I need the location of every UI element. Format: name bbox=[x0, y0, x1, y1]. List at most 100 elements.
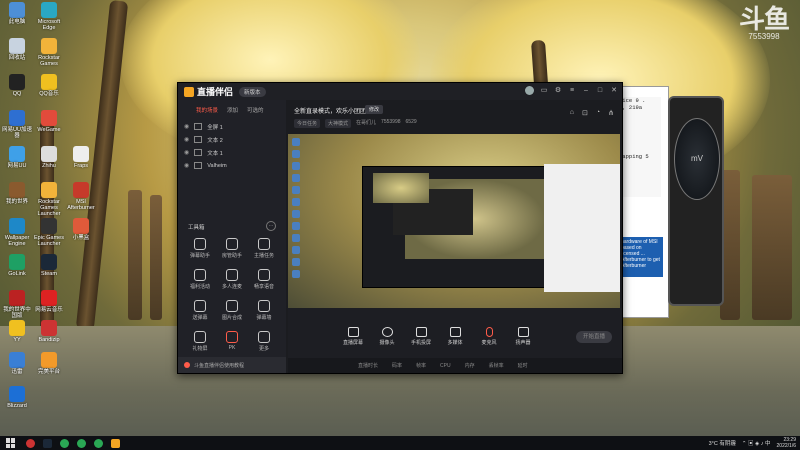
scene-item[interactable]: ◉ 全屏 1 bbox=[178, 120, 286, 133]
desktop-icon[interactable]: Blizzard bbox=[2, 386, 32, 409]
monitor-icon bbox=[347, 327, 359, 337]
taskbar-app-icon[interactable] bbox=[94, 438, 103, 448]
share-icon[interactable]: ⋔ bbox=[608, 109, 614, 117]
desktop-icon[interactable]: QQ bbox=[2, 74, 32, 97]
background-window[interactable]: Nice 9 . 4, 219a napping 5 hardware of M… bbox=[615, 86, 669, 318]
desktop-icon[interactable]: 回收站 bbox=[2, 38, 32, 61]
close-icon[interactable]: ✕ bbox=[610, 87, 618, 95]
tool-icon bbox=[258, 331, 270, 343]
taskbar-app-icon[interactable] bbox=[43, 438, 52, 448]
menu-icon[interactable]: ≡ bbox=[568, 87, 576, 95]
message-icon[interactable]: ▭ bbox=[540, 87, 548, 95]
streaming-app-window[interactable]: 直播伴侣 新版本 ▭ ⚙ ≡ – □ ✕ 我的场景 添加 可选的 ◉ 全屏 1 ◉… bbox=[177, 82, 623, 374]
tray-icons[interactable]: ⌃ ▣ ◈ ♪ 中 bbox=[742, 439, 771, 447]
eye-icon[interactable]: ◉ bbox=[184, 123, 189, 130]
media-button[interactable]: 多媒体 bbox=[444, 327, 466, 346]
screen-capture-button[interactable]: 直播屏幕 bbox=[342, 327, 364, 346]
desktop-icon[interactable]: 完美平台 bbox=[34, 352, 64, 375]
room-info-bar: 全新直录模式，欢乐小团团 修改 今日任务 大神模式 在哥们儿 7553998 6… bbox=[288, 100, 622, 134]
desktop-icon[interactable]: Epic Games Launcher bbox=[34, 218, 64, 247]
scene-item[interactable]: ◉ 文本 1 bbox=[178, 146, 286, 159]
desktop-icon[interactable]: QQ音乐 bbox=[34, 74, 64, 97]
clock[interactable]: 23:29 2022/1/6 bbox=[777, 437, 796, 449]
desktop-icon[interactable]: MSI Afterburner bbox=[66, 182, 96, 211]
tool-button[interactable]: 图片合成 bbox=[216, 300, 248, 321]
edit-button[interactable]: 修改 bbox=[365, 105, 384, 114]
lock-icon[interactable] bbox=[194, 123, 203, 130]
minimize-icon[interactable]: – bbox=[582, 87, 590, 95]
phone-cast-button[interactable]: 手机投屏 bbox=[410, 327, 432, 346]
desktop-icon[interactable]: GoLink bbox=[2, 254, 32, 277]
tab-optional[interactable]: 可选的 bbox=[247, 106, 264, 114]
title-bar[interactable]: 直播伴侣 新版本 ▭ ⚙ ≡ – □ ✕ bbox=[178, 83, 622, 100]
tool-button[interactable]: 多人连麦 bbox=[216, 269, 248, 290]
eye-icon[interactable]: ◉ bbox=[184, 136, 189, 143]
tutorial-link[interactable]: 斗鱼直播伴侣使用教程 bbox=[178, 357, 286, 373]
desktop-icon[interactable]: Zhihu bbox=[34, 146, 64, 169]
tool-button[interactable]: 畅享语音 bbox=[248, 269, 280, 290]
tool-button[interactable]: PK bbox=[216, 331, 248, 352]
weather-text[interactable]: 3°C 有阴霾 bbox=[709, 439, 736, 447]
desktop-icon[interactable]: 我的世界 bbox=[2, 182, 32, 205]
lock-icon[interactable]: ⊡ bbox=[582, 109, 588, 117]
desktop-icon[interactable]: 小黑盒 bbox=[66, 218, 96, 241]
lock-icon[interactable] bbox=[194, 149, 203, 156]
tool-button[interactable]: 房管助手 bbox=[216, 238, 248, 259]
windows-start-icon[interactable] bbox=[6, 438, 16, 448]
eye-icon[interactable]: ◉ bbox=[184, 162, 189, 169]
bell-icon[interactable]: ◔ bbox=[596, 109, 600, 117]
speaker-button[interactable]: 扬声器 bbox=[512, 327, 534, 346]
settings-icon[interactable]: ⚙ bbox=[554, 87, 562, 95]
stream-preview[interactable] bbox=[288, 134, 620, 308]
tool-icon bbox=[226, 238, 238, 250]
tool-button[interactable]: 福利活动 bbox=[184, 269, 216, 290]
taskbar-app-icon[interactable] bbox=[77, 438, 86, 448]
desktop-icon[interactable]: 网易云音乐 bbox=[34, 290, 64, 313]
scene-item[interactable]: ◉ Valheim bbox=[178, 159, 286, 172]
room-tags: 今日任务 大神模式 在哥们儿 7553998 6529 bbox=[294, 119, 417, 128]
desktop-icon[interactable]: Rockstar Games bbox=[34, 38, 64, 67]
desktop-icon[interactable]: YY bbox=[2, 320, 32, 343]
microphone-button[interactable]: 麦克风 bbox=[478, 327, 500, 346]
desktop-icon[interactable]: 我的世界中国版 bbox=[2, 290, 32, 319]
tool-icon bbox=[258, 300, 270, 312]
tool-icon bbox=[226, 300, 238, 312]
desktop-icon[interactable]: Bandizip bbox=[34, 320, 64, 343]
tool-button[interactable]: 送弹幕 bbox=[184, 300, 216, 321]
desktop-icon[interactable]: Steam bbox=[34, 254, 64, 277]
scene-item[interactable]: ◉ 文本 2 bbox=[178, 133, 286, 146]
tool-button[interactable]: 礼物屏 bbox=[184, 331, 216, 352]
desktop-icon[interactable]: WeGame bbox=[34, 110, 64, 133]
taskbar-app-icon[interactable] bbox=[60, 438, 69, 448]
more-icon[interactable]: … bbox=[266, 221, 276, 231]
gift-icon[interactable]: ⌂ bbox=[570, 109, 574, 117]
eye-icon[interactable]: ◉ bbox=[184, 149, 189, 156]
user-avatar[interactable] bbox=[525, 86, 534, 95]
scene-tabs: 我的场景 添加 可选的 bbox=[178, 100, 286, 114]
lock-icon[interactable] bbox=[194, 162, 203, 169]
maximize-icon[interactable]: □ bbox=[596, 87, 604, 95]
camera-button[interactable]: 摄像头 bbox=[376, 327, 398, 346]
desktop-icon[interactable]: Fraps bbox=[66, 146, 96, 169]
desktop-icon[interactable]: 网易UU加速器 bbox=[2, 110, 32, 139]
tab-add[interactable]: 添加 bbox=[227, 106, 238, 114]
tool-button[interactable]: 弹幕助手 bbox=[184, 238, 216, 259]
tab-my-scenes[interactable]: 我的场景 bbox=[196, 106, 218, 114]
afterburner-widget[interactable]: mV bbox=[668, 96, 724, 306]
taskbar-app-icon[interactable] bbox=[111, 438, 120, 448]
lock-icon[interactable] bbox=[194, 136, 203, 143]
desktop-icon[interactable]: 此电脑 bbox=[2, 2, 32, 25]
watermark-logo: 斗鱼 bbox=[738, 4, 790, 34]
desktop-icon[interactable]: Microsoft Edge bbox=[34, 2, 64, 31]
version-badge[interactable]: 新版本 bbox=[239, 86, 266, 97]
tool-button[interactable]: 弹幕墙 bbox=[248, 300, 280, 321]
tool-button[interactable]: 更多 bbox=[248, 331, 280, 352]
desktop-icon[interactable]: 迅雷 bbox=[2, 352, 32, 375]
desktop-icon[interactable]: Rockstar Games Launcher bbox=[34, 182, 64, 217]
taskbar-app-icon[interactable] bbox=[26, 438, 35, 448]
tool-button[interactable]: 主播任务 bbox=[248, 238, 280, 259]
desktop-icon[interactable]: 网易UU bbox=[2, 146, 32, 169]
start-live-button[interactable]: 开始直播 bbox=[576, 331, 612, 343]
desktop-icon[interactable]: Wallpaper Engine bbox=[2, 218, 32, 247]
preview-desktop-icons bbox=[292, 138, 306, 304]
